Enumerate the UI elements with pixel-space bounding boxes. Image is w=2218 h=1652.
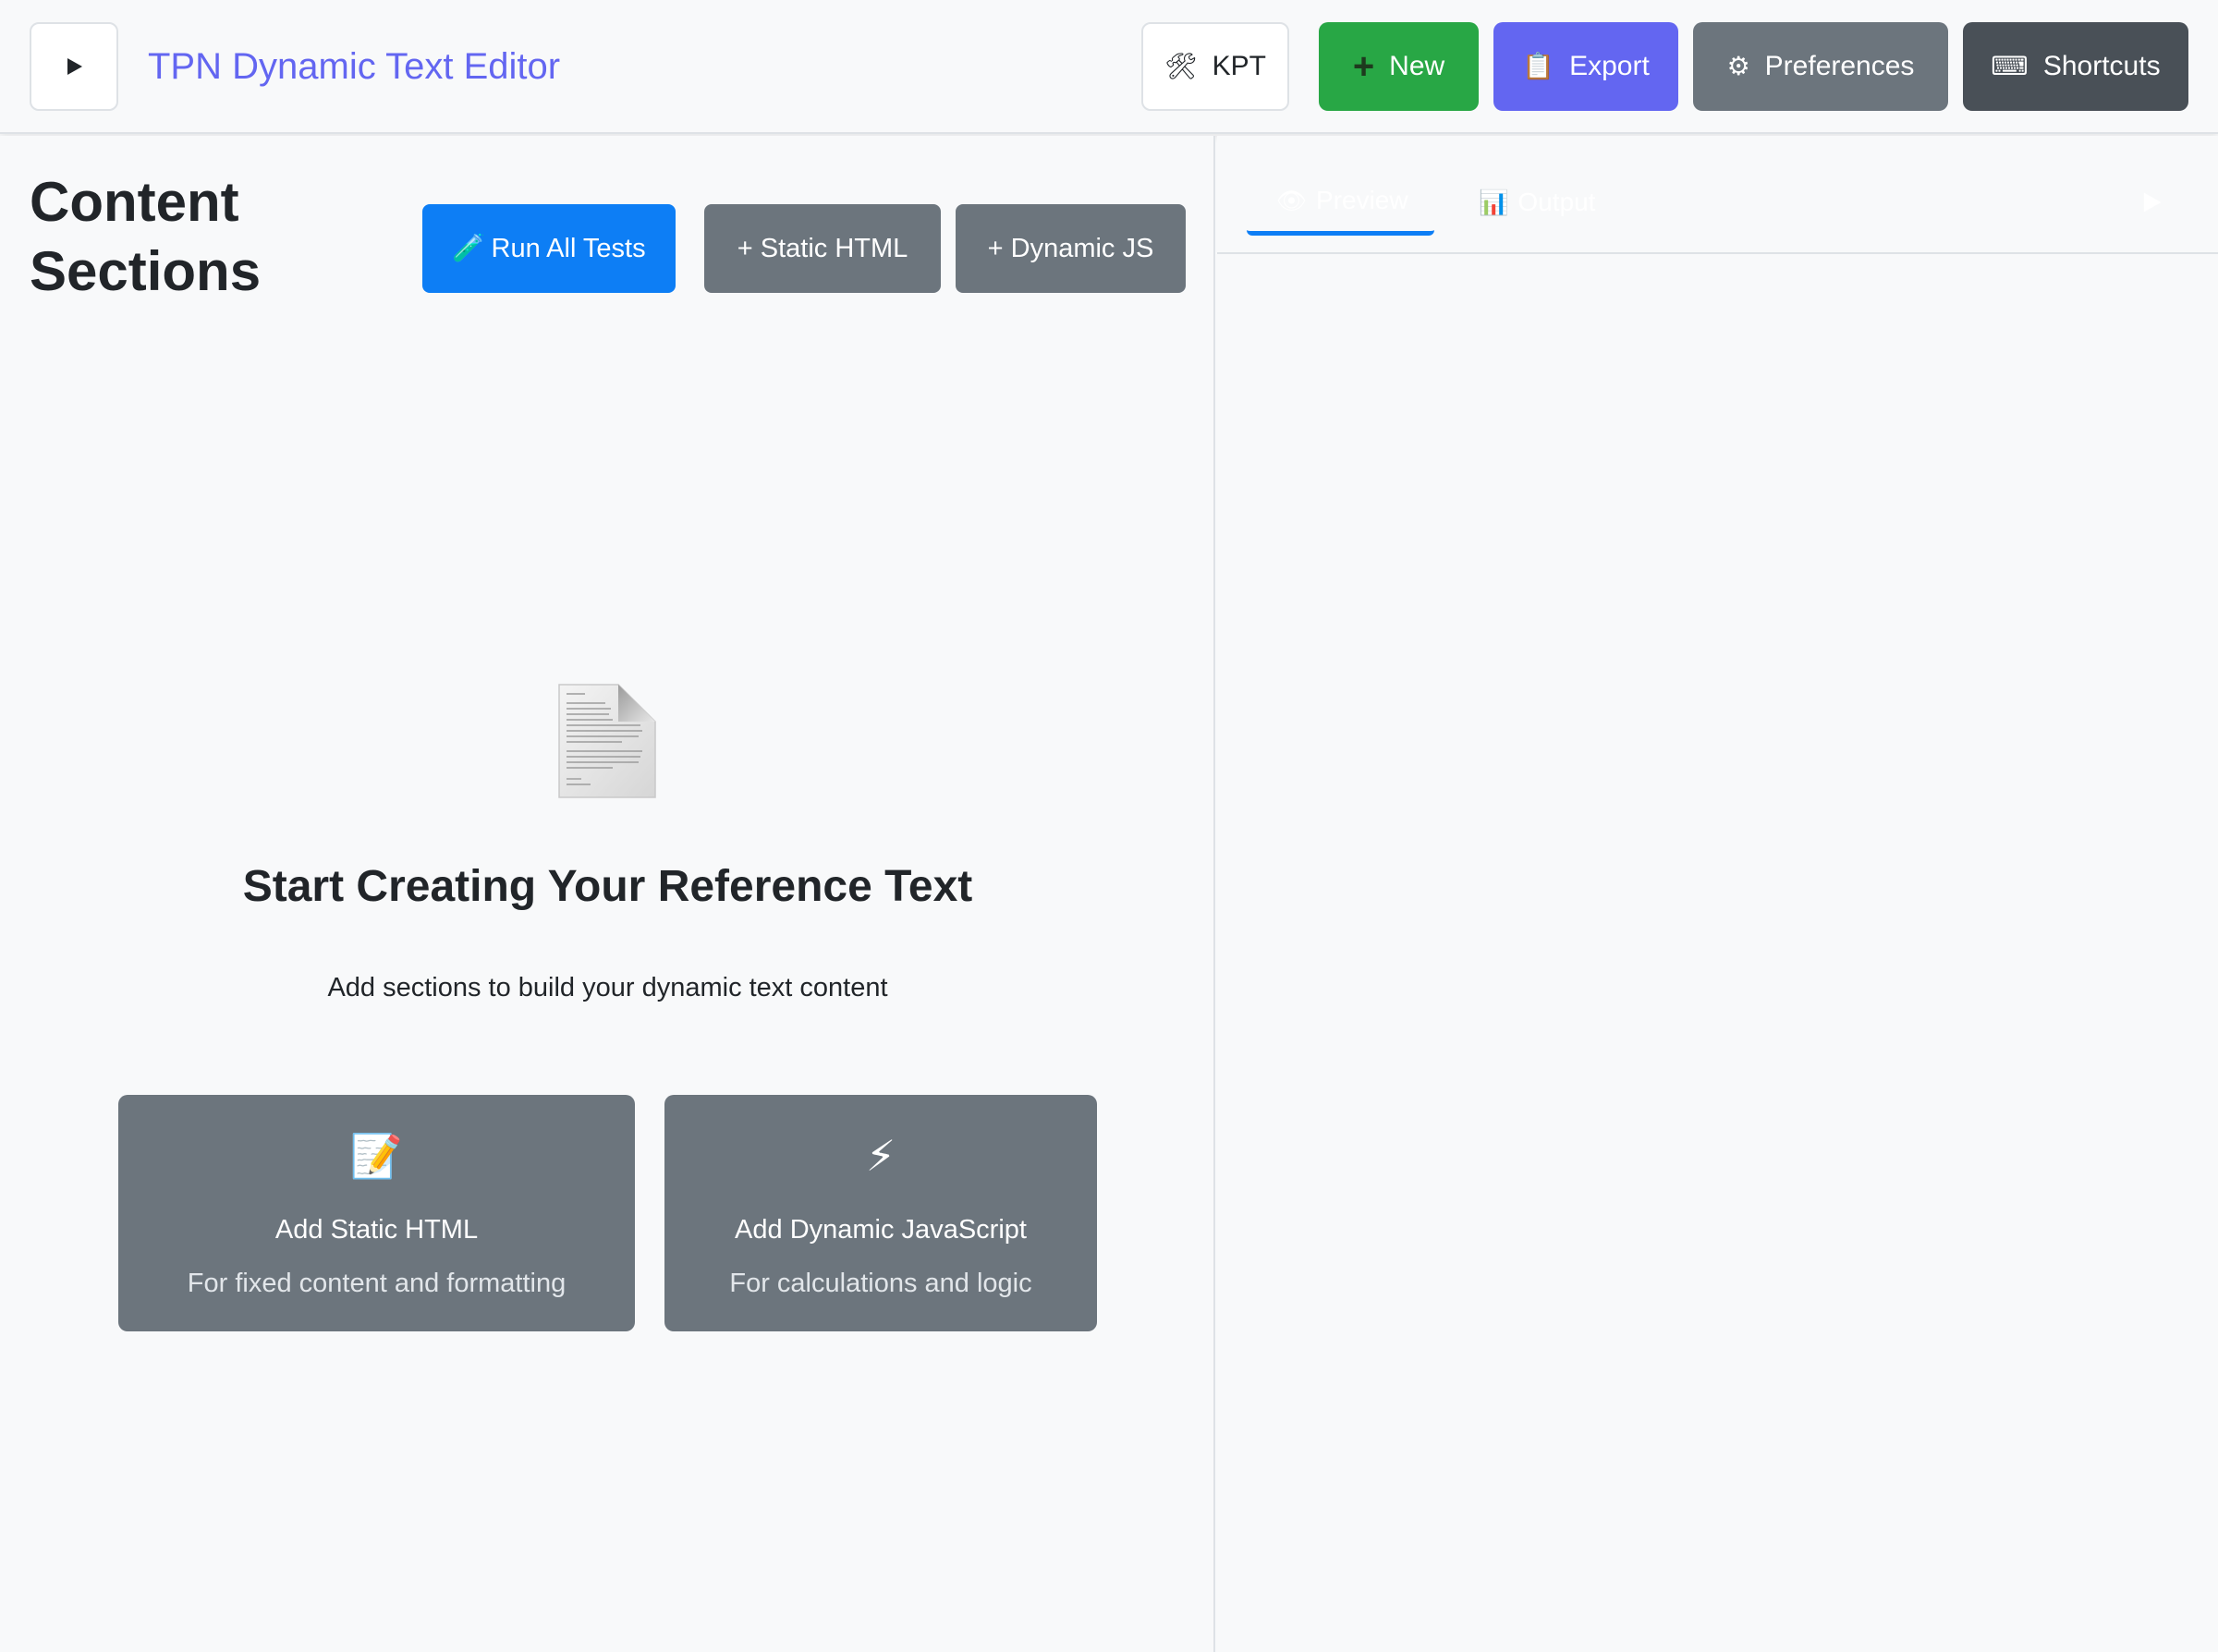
plus-icon: + xyxy=(1352,46,1375,87)
run-all-tests-button[interactable]: 🧪 Run All Tests xyxy=(422,204,676,293)
keyboard-icon: ⌨ xyxy=(1991,52,2029,80)
play-icon xyxy=(67,58,82,75)
tab-preview-label: Preview xyxy=(1316,185,1408,214)
tab-preview[interactable]: 👁 Preview xyxy=(1247,169,1434,236)
preview-content-area xyxy=(1217,256,2218,1652)
preview-tabs: 👁 Preview 📊 Output xyxy=(1217,136,2218,254)
preview-panel: 👁 Preview 📊 Output xyxy=(1217,136,2218,1652)
add-static-html-button[interactable]: + Static HTML xyxy=(704,204,941,293)
card-description: For calculations and logic xyxy=(729,1269,1032,1298)
shortcuts-label: Shortcuts xyxy=(2042,51,2161,81)
preferences-button[interactable]: ⚙ Preferences xyxy=(1693,22,1948,111)
card-title: Add Static HTML xyxy=(274,1215,479,1245)
new-label: New xyxy=(1389,51,1445,81)
toggle-sidebar-button[interactable] xyxy=(30,22,118,111)
lightning-icon: ⚡ xyxy=(865,1132,896,1180)
preferences-label: Preferences xyxy=(1764,51,1915,81)
tab-output-label: Output xyxy=(1517,188,1596,216)
clipboard-icon: 📋 xyxy=(1522,52,1555,80)
shortcuts-button[interactable]: ⌨ Shortcuts xyxy=(1963,22,2188,111)
app-header: TPN Dynamic Text Editor 🛠 KPT + New 📋 Ex… xyxy=(0,0,2218,134)
add-dynamic-javascript-card[interactable]: ⚡ Add Dynamic JavaScript For calculation… xyxy=(664,1095,1097,1331)
export-label: Export xyxy=(1569,51,1650,81)
app-title: TPN Dynamic Text Editor xyxy=(148,46,561,87)
panel-title: Content Sections xyxy=(30,171,262,302)
tools-icon: 🛠 xyxy=(1164,52,1198,80)
add-dynamic-js-button[interactable]: + Dynamic JS xyxy=(956,204,1186,293)
kpt-button[interactable]: 🛠 KPT xyxy=(1141,22,1289,111)
tab-output[interactable]: 📊 Output xyxy=(1479,169,1627,236)
run-preview-button[interactable] xyxy=(2127,178,2175,226)
empty-state-subtitle: Add sections to build your dynamic text … xyxy=(327,973,888,1002)
card-description: For fixed content and formatting xyxy=(187,1269,567,1298)
export-button[interactable]: 📋 Export xyxy=(1493,22,1678,111)
memo-icon: 📝 xyxy=(349,1132,404,1180)
gear-icon: ⚙ xyxy=(1726,52,1750,80)
add-static-html-card[interactable]: 📝 Add Static HTML For fixed content and … xyxy=(118,1095,635,1331)
new-button[interactable]: + New xyxy=(1319,22,1479,111)
test-tube-icon: 🧪 xyxy=(452,234,486,263)
empty-state-title: Start Creating Your Reference Text xyxy=(242,862,973,911)
play-icon xyxy=(2143,192,2162,213)
eye-icon: 👁 xyxy=(1276,186,1308,214)
kpt-label: KPT xyxy=(1212,51,1266,81)
content-sections-panel: Content Sections 🧪 Run All Tests + Stati… xyxy=(0,136,1215,1652)
card-title: Add Dynamic JavaScript xyxy=(735,1215,1027,1245)
document-icon xyxy=(558,684,656,798)
bar-chart-icon: 📊 xyxy=(1479,188,1509,216)
run-all-tests-label: Run All Tests xyxy=(491,233,646,263)
